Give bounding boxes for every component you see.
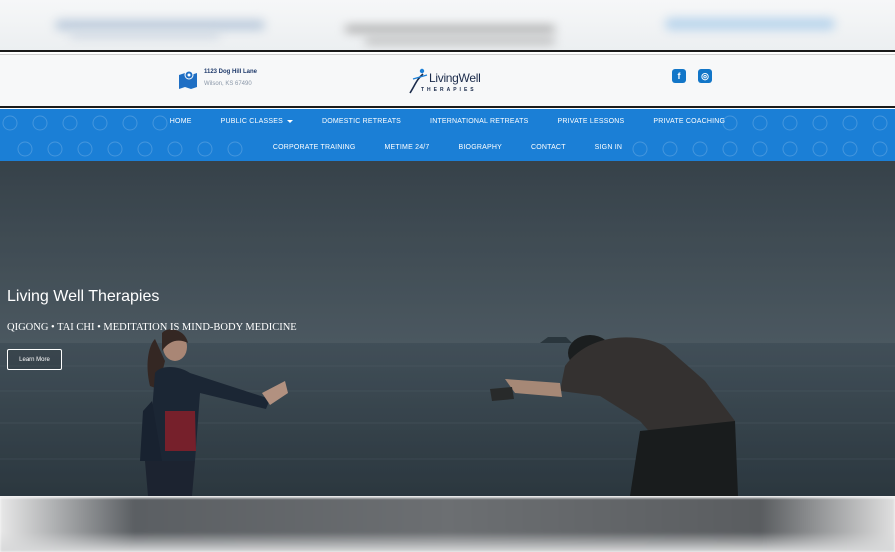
nav-metime[interactable]: METIME 24/7 (370, 144, 444, 151)
hero-title: Living Well Therapies (7, 288, 160, 305)
chevron-down-icon (286, 119, 293, 123)
nav-public-classes-label: PUBLIC CLASSES (220, 118, 283, 125)
nav-private-lessons[interactable]: PRIVATE LESSONS (543, 118, 639, 125)
site-header: 1123 Dog Hill Lane Wilson, KS 67490 Livi… (0, 54, 895, 108)
facebook-icon[interactable]: f (672, 69, 686, 83)
nav-pattern-decoration (2, 115, 888, 157)
nav-contact[interactable]: CONTACT (516, 144, 580, 151)
blurred-bottom-section (0, 498, 895, 552)
nav-international-retreats[interactable]: INTERNATIONAL RETREATS (416, 118, 543, 125)
nav-domestic-retreats[interactable]: DOMESTIC RETREATS (307, 118, 415, 125)
address-city: Wilson, KS 67490 (204, 81, 252, 87)
logo-subtext: THERAPIES (421, 87, 477, 93)
main-navigation: HOME PUBLIC CLASSES DOMESTIC RETREATS IN… (0, 109, 895, 161)
hero-banner: Living Well Therapies QIGONG • TAI CHI •… (0, 161, 895, 496)
nav-public-classes[interactable]: PUBLIC CLASSES (206, 118, 307, 125)
instagram-icon[interactable]: ◎ (698, 69, 712, 83)
nav-home[interactable]: HOME (155, 118, 206, 125)
address-block: 1123 Dog Hill Lane Wilson, KS 67490 (178, 67, 257, 90)
hero-subtitle: QIGONG • TAI CHI • MEDITATION IS MIND-BO… (7, 322, 297, 333)
site-logo[interactable]: LivingWell THERAPIES (405, 67, 495, 97)
learn-more-button[interactable]: Learn More (7, 349, 62, 370)
nav-biography[interactable]: BIOGRAPHY (444, 144, 516, 151)
logo-text: LivingWell (429, 71, 481, 85)
address-street: 1123 Dog Hill Lane (204, 69, 258, 75)
blurred-top-bar (0, 0, 895, 52)
nav-sign-in[interactable]: SIGN IN (580, 144, 636, 151)
nav-corporate-training[interactable]: CORPORATE TRAINING (258, 144, 370, 151)
map-icon (179, 70, 197, 89)
nav-private-coaching[interactable]: PRIVATE COACHING (639, 118, 740, 125)
